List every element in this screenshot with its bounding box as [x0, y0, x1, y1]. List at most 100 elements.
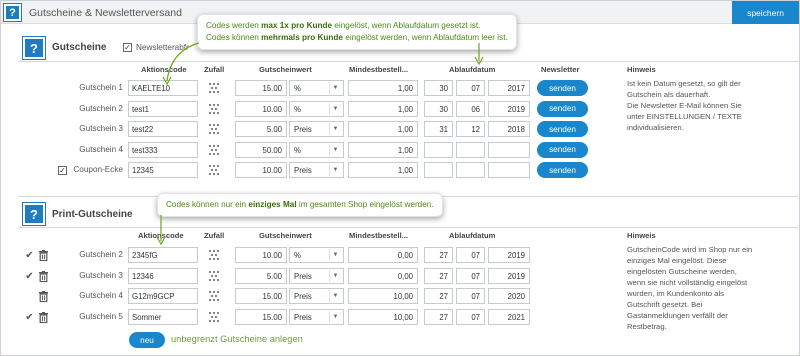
col-hint: Hinweis: [627, 65, 656, 74]
value-input[interactable]: 10.00: [235, 162, 287, 178]
unit-select[interactable]: Preis ▼: [289, 288, 344, 304]
expiry-month-input[interactable]: 07: [456, 247, 485, 263]
expiry-day-input[interactable]: 30: [424, 100, 453, 117]
expiry-day-input[interactable]: 27: [424, 267, 453, 284]
send-newsletter-button[interactable]: senden: [537, 80, 588, 96]
chevron-down-icon: ▼: [329, 269, 341, 282]
value-input[interactable]: 5.00: [235, 267, 287, 284]
unit-select[interactable]: Preis ▼: [289, 162, 344, 178]
row-label: Gutschein 5: [79, 311, 123, 321]
expiry-month-input[interactable]: 12: [456, 121, 485, 137]
min-order-input[interactable]: 10,00: [348, 288, 418, 304]
unit-select[interactable]: Preis ▼: [289, 121, 344, 137]
min-order-input[interactable]: 0,00: [348, 247, 418, 263]
value-input[interactable]: 10.00: [235, 247, 287, 263]
unlimited-vouchers-link[interactable]: unbegrenzt Gutscheine anlegen: [171, 334, 303, 344]
min-order-input[interactable]: 10,00: [348, 308, 418, 325]
col-value: Gutscheinwert: [259, 231, 312, 240]
col-expiry: Ablaufdatum: [449, 231, 496, 240]
min-order-input[interactable]: 1,00: [348, 162, 418, 178]
code-input[interactable]: test22: [128, 121, 198, 137]
expiry-year-input[interactable]: 2020: [488, 288, 530, 304]
dice-icon[interactable]: [208, 103, 220, 115]
value-input[interactable]: 15.00: [235, 308, 287, 325]
col-random: Zufall: [204, 231, 225, 240]
row-label: Gutschein 3: [79, 270, 123, 280]
section2-help-button[interactable]: ?: [22, 202, 46, 226]
expiry-day-input[interactable]: 31: [424, 121, 453, 137]
expiry-month-input[interactable]: 07: [456, 308, 485, 325]
new-voucher-button[interactable]: neu: [129, 332, 165, 348]
app-frame: ? Gutscheine & Newsletterversand speiche…: [0, 0, 800, 356]
code-input[interactable]: test333: [128, 141, 198, 158]
expiry-day-input[interactable]: 27: [424, 247, 453, 263]
dice-icon[interactable]: [208, 164, 220, 176]
send-newsletter-button[interactable]: senden: [537, 121, 588, 137]
expiry-month-input[interactable]: 07: [456, 288, 485, 304]
code-input[interactable]: G12m9GCP: [128, 288, 198, 304]
expiry-month-input[interactable]: [456, 162, 485, 178]
expiry-day-input[interactable]: [424, 162, 453, 178]
min-order-input[interactable]: 1,00: [348, 121, 418, 137]
row-label: Gutschein 3: [79, 124, 123, 133]
expiry-year-input[interactable]: [488, 141, 530, 158]
newsletter-checkbox[interactable]: ✓: [123, 43, 132, 52]
unit-select[interactable]: % ▼: [289, 247, 344, 263]
unit-select[interactable]: Preis ▼: [289, 308, 344, 325]
unit-select[interactable]: Preis ▼: [289, 267, 344, 284]
help-button[interactable]: ?: [3, 3, 22, 22]
value-input[interactable]: 10.00: [235, 100, 287, 117]
unit-select[interactable]: % ▼: [289, 100, 344, 117]
unit-select-value: Preis: [294, 292, 312, 301]
expiry-day-input[interactable]: 27: [424, 308, 453, 325]
send-newsletter-button[interactable]: senden: [537, 100, 588, 117]
tooltip-arrows: [162, 42, 484, 86]
expiry-month-input[interactable]: 07: [456, 267, 485, 284]
expiry-month-input[interactable]: 06: [456, 100, 485, 117]
unit-select-value: Preis: [294, 125, 312, 134]
dice-icon[interactable]: [208, 249, 220, 261]
chevron-down-icon: ▼: [329, 123, 341, 135]
single-use-tooltip: Codes können nur ein einziges Mal im ges…: [157, 193, 443, 217]
row-label: Gutschein 4: [79, 291, 123, 300]
hint-text-print: GutscheinCode wird im Shop nur ein einzi…: [627, 245, 753, 331]
page-title: Gutscheine & Newsletterversand: [29, 7, 182, 19]
value-input[interactable]: 50.00: [235, 141, 287, 158]
dice-icon[interactable]: [208, 144, 220, 156]
save-button[interactable]: speichern: [732, 1, 799, 24]
dice-icon[interactable]: [208, 123, 220, 135]
min-order-input[interactable]: 1,00: [348, 100, 418, 117]
send-newsletter-button[interactable]: senden: [537, 141, 588, 158]
dice-icon[interactable]: [208, 270, 220, 282]
expiry-day-input[interactable]: 27: [424, 288, 453, 304]
min-order-input[interactable]: 0,00: [348, 267, 418, 284]
section-help-button[interactable]: ?: [22, 36, 46, 60]
value-input[interactable]: 15.00: [235, 288, 287, 304]
unit-select-value: Preis: [294, 166, 312, 175]
min-order-input[interactable]: 1,00: [348, 141, 418, 158]
dice-icon[interactable]: [208, 290, 220, 302]
expiry-day-input[interactable]: [424, 141, 453, 158]
expiry-year-input[interactable]: 2019: [488, 267, 530, 284]
unit-select[interactable]: % ▼: [289, 141, 344, 158]
unit-select-value: %: [294, 251, 301, 260]
dice-icon[interactable]: [208, 311, 220, 323]
expiry-month-input[interactable]: [456, 141, 485, 158]
value-input[interactable]: 5.00: [235, 121, 287, 137]
expiry-year-input[interactable]: 2019: [488, 100, 530, 117]
unit-select-value: %: [294, 145, 301, 155]
expiry-year-input[interactable]: [488, 162, 530, 178]
expiry-year-input[interactable]: 2018: [488, 121, 530, 137]
chevron-down-icon: ▼: [329, 102, 341, 115]
code-input[interactable]: 12346: [128, 267, 198, 284]
code-input[interactable]: 12345: [128, 162, 198, 178]
unit-select-value: Preis: [294, 312, 312, 322]
expiry-year-input[interactable]: 2019: [488, 247, 530, 263]
code-input[interactable]: test1: [128, 100, 198, 117]
expiry-year-input[interactable]: 2017: [488, 80, 530, 96]
section-title-print: Print-Gutscheine: [52, 209, 133, 220]
send-newsletter-button[interactable]: senden: [537, 162, 588, 178]
expiry-year-input[interactable]: 2021: [488, 308, 530, 325]
row-label: Gutschein 1: [79, 83, 123, 92]
code-input[interactable]: Sommer: [128, 308, 198, 325]
